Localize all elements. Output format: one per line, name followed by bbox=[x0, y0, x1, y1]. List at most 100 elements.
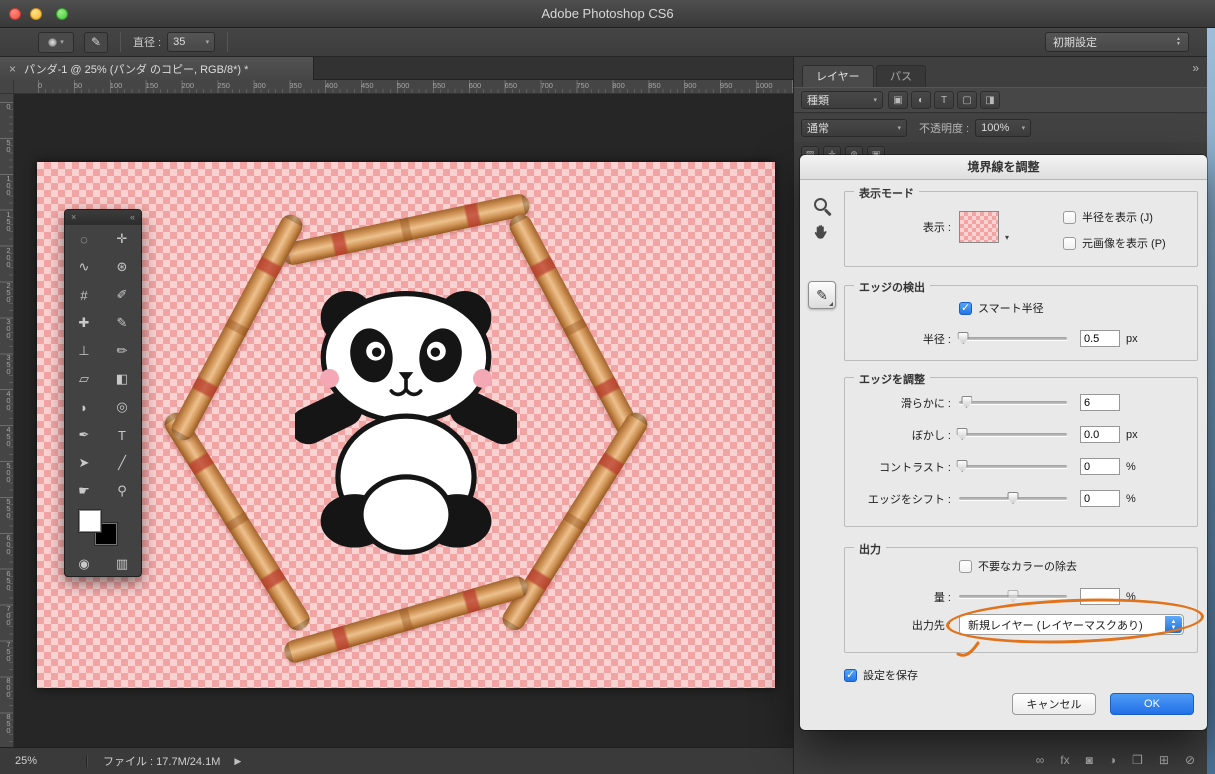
filter-type-layers-icon[interactable]: T bbox=[934, 91, 954, 109]
screen-mode-icon[interactable]: ▥ bbox=[103, 551, 141, 576]
type-tool-icon[interactable]: T bbox=[103, 421, 141, 449]
panel-menu-icon[interactable]: » bbox=[1192, 61, 1197, 75]
layer-group-icon[interactable]: ❒ bbox=[1132, 753, 1143, 767]
layer-mask-icon[interactable]: ◙ bbox=[1086, 753, 1093, 767]
filter-kind-combo[interactable]: 種類 ▾ bbox=[801, 91, 883, 109]
brush-icon: ✎ bbox=[91, 35, 101, 49]
slider-thumb[interactable] bbox=[958, 332, 969, 344]
quick-selection-tool-icon[interactable]: ⊛ bbox=[103, 253, 141, 281]
divider bbox=[120, 32, 121, 52]
radius-label: 半径 : bbox=[855, 331, 951, 347]
pen-tool-icon[interactable]: ✒ bbox=[65, 421, 103, 449]
radius-input[interactable] bbox=[1080, 330, 1120, 347]
amount-input[interactable] bbox=[1080, 588, 1120, 605]
smooth-slider[interactable] bbox=[959, 401, 1067, 404]
eraser-tool-icon[interactable]: ▱ bbox=[65, 365, 103, 393]
hruler-number-4: 200 bbox=[182, 80, 218, 90]
hand-tool-icon[interactable]: ☛ bbox=[65, 477, 103, 505]
hand-tool-icon[interactable] bbox=[812, 223, 830, 241]
brush-tool-icon[interactable]: ✎ bbox=[103, 309, 141, 337]
vruler-number-2: 100 bbox=[0, 174, 13, 210]
cancel-button[interactable]: キャンセル bbox=[1012, 693, 1096, 715]
status-expand-arrow[interactable]: ▶ bbox=[234, 756, 241, 767]
slider-thumb[interactable] bbox=[957, 428, 968, 440]
adjustment-layer-icon[interactable]: ◑ bbox=[1109, 753, 1116, 767]
opacity-combo[interactable]: 100% ▾ bbox=[975, 119, 1031, 137]
line-tool-icon[interactable]: ╱ bbox=[103, 449, 141, 477]
show-radius-checkbox[interactable] bbox=[1063, 211, 1076, 224]
smooth-label: 滑らかに : bbox=[855, 395, 951, 411]
brush-panel-toggle[interactable]: ✎ bbox=[84, 32, 108, 53]
gradient-tool-icon[interactable]: ◧ bbox=[103, 365, 141, 393]
decontaminate-colors-checkbox[interactable] bbox=[959, 560, 972, 573]
slider-thumb[interactable] bbox=[961, 396, 972, 408]
close-palette-icon[interactable]: × bbox=[71, 210, 76, 225]
filter-kind-label: 種類 bbox=[807, 92, 829, 108]
opacity-value: 100% bbox=[981, 122, 1009, 134]
shift-edge-input[interactable] bbox=[1080, 490, 1120, 507]
smooth-input[interactable] bbox=[1080, 394, 1120, 411]
remember-settings-checkbox[interactable] bbox=[844, 669, 857, 682]
dodge-tool-icon[interactable]: ◎ bbox=[103, 393, 141, 421]
view-mode-thumbnail[interactable]: ▾ bbox=[959, 211, 999, 243]
new-layer-icon[interactable]: ⊞ bbox=[1159, 753, 1169, 767]
show-original-label: 元画像を表示 (P) bbox=[1082, 235, 1166, 251]
tool-preset-picker[interactable]: ▾ bbox=[38, 32, 74, 53]
collapse-palette-icon[interactable]: « bbox=[130, 210, 135, 225]
show-original-checkbox[interactable] bbox=[1063, 237, 1076, 250]
filter-shape-layers-icon[interactable]: ▢ bbox=[957, 91, 977, 109]
blur-tool-icon[interactable]: ◗ bbox=[65, 393, 103, 421]
path-selection-tool-icon[interactable]: ➤ bbox=[65, 449, 103, 477]
vruler-number-15: 750 bbox=[0, 640, 13, 676]
zoom-level[interactable]: 25% bbox=[15, 755, 87, 767]
vertical-ruler[interactable]: 0501001502002503003504004505005506006507… bbox=[0, 94, 14, 747]
healing-brush-tool-icon[interactable]: ✚ bbox=[65, 309, 103, 337]
tab-layers[interactable]: レイヤー bbox=[802, 65, 874, 87]
document-tab[interactable]: × パンダ-1 @ 25% (パンダ のコピー, RGB/8*) * bbox=[0, 57, 314, 80]
contrast-slider[interactable] bbox=[959, 465, 1067, 468]
smart-radius-checkbox[interactable] bbox=[959, 302, 972, 315]
amount-slider[interactable] bbox=[959, 595, 1067, 598]
blend-mode-combo[interactable]: 通常 ▾ bbox=[801, 119, 907, 137]
contrast-input[interactable] bbox=[1080, 458, 1120, 475]
horizontal-ruler[interactable]: 0501001502002503003504004505005506006507… bbox=[14, 80, 793, 94]
eyedropper-tool-icon[interactable]: ✐ bbox=[103, 281, 141, 309]
workspace-preset-combo[interactable]: 初期設定 ▲▼ bbox=[1045, 32, 1189, 52]
link-layers-icon[interactable]: ∞ bbox=[1036, 753, 1045, 767]
slider-thumb[interactable] bbox=[1008, 590, 1019, 602]
filter-adjustment-layers-icon[interactable]: ◐ bbox=[911, 91, 931, 109]
dialog-title: 境界線を調整 bbox=[800, 155, 1207, 180]
layer-effects-icon[interactable]: fx bbox=[1060, 753, 1069, 767]
brush-diameter-combo[interactable]: 35 ▾ bbox=[167, 32, 215, 52]
canvas[interactable] bbox=[37, 162, 775, 688]
shift-edge-slider[interactable] bbox=[959, 497, 1067, 500]
tools-palette-header[interactable]: × « bbox=[65, 210, 141, 225]
filter-pixel-layers-icon[interactable]: ▣ bbox=[888, 91, 908, 109]
tab-paths[interactable]: パス bbox=[876, 65, 926, 87]
output-to-combo[interactable]: 新規レイヤー (レイヤーマスクあり) ▲▼ bbox=[959, 614, 1184, 635]
move-tool-icon[interactable]: ✛ bbox=[103, 225, 141, 253]
clone-stamp-tool-icon[interactable]: ⊥ bbox=[65, 337, 103, 365]
ok-button[interactable]: OK bbox=[1110, 693, 1194, 715]
slider-thumb[interactable] bbox=[1008, 492, 1019, 504]
lasso-tool-icon[interactable]: ∿ bbox=[65, 253, 103, 281]
crop-tool-icon[interactable]: # bbox=[65, 281, 103, 309]
bamboo-stick bbox=[168, 211, 307, 444]
feather-input[interactable] bbox=[1080, 426, 1120, 443]
elliptical-marquee-tool-icon[interactable]: ◌ bbox=[65, 225, 103, 253]
quick-mask-icon[interactable]: ◉ bbox=[65, 551, 103, 576]
diameter-value: 35 bbox=[173, 36, 185, 48]
foreground-color-swatch[interactable] bbox=[79, 510, 101, 532]
radius-slider[interactable] bbox=[959, 337, 1067, 340]
slider-thumb[interactable] bbox=[957, 460, 968, 472]
feather-slider[interactable] bbox=[959, 433, 1067, 436]
filter-smart-objects-icon[interactable]: ◨ bbox=[980, 91, 1000, 109]
refine-radius-tool-button[interactable]: ✎ bbox=[808, 281, 836, 309]
close-tab-icon[interactable]: × bbox=[9, 62, 16, 76]
zoom-tool-icon[interactable] bbox=[814, 198, 827, 211]
hruler-number-1: 50 bbox=[74, 80, 110, 90]
pencil-tool-icon[interactable]: ✏ bbox=[103, 337, 141, 365]
delete-layer-icon[interactable]: ⊘ bbox=[1185, 753, 1195, 767]
zoom-tool-icon[interactable]: ⚲ bbox=[103, 477, 141, 505]
canvas-viewport[interactable]: × « ◌✛∿⊛#✐✚✎⊥✏▱◧◗◎✒T➤╱☛⚲ ◉▥ bbox=[14, 94, 793, 747]
